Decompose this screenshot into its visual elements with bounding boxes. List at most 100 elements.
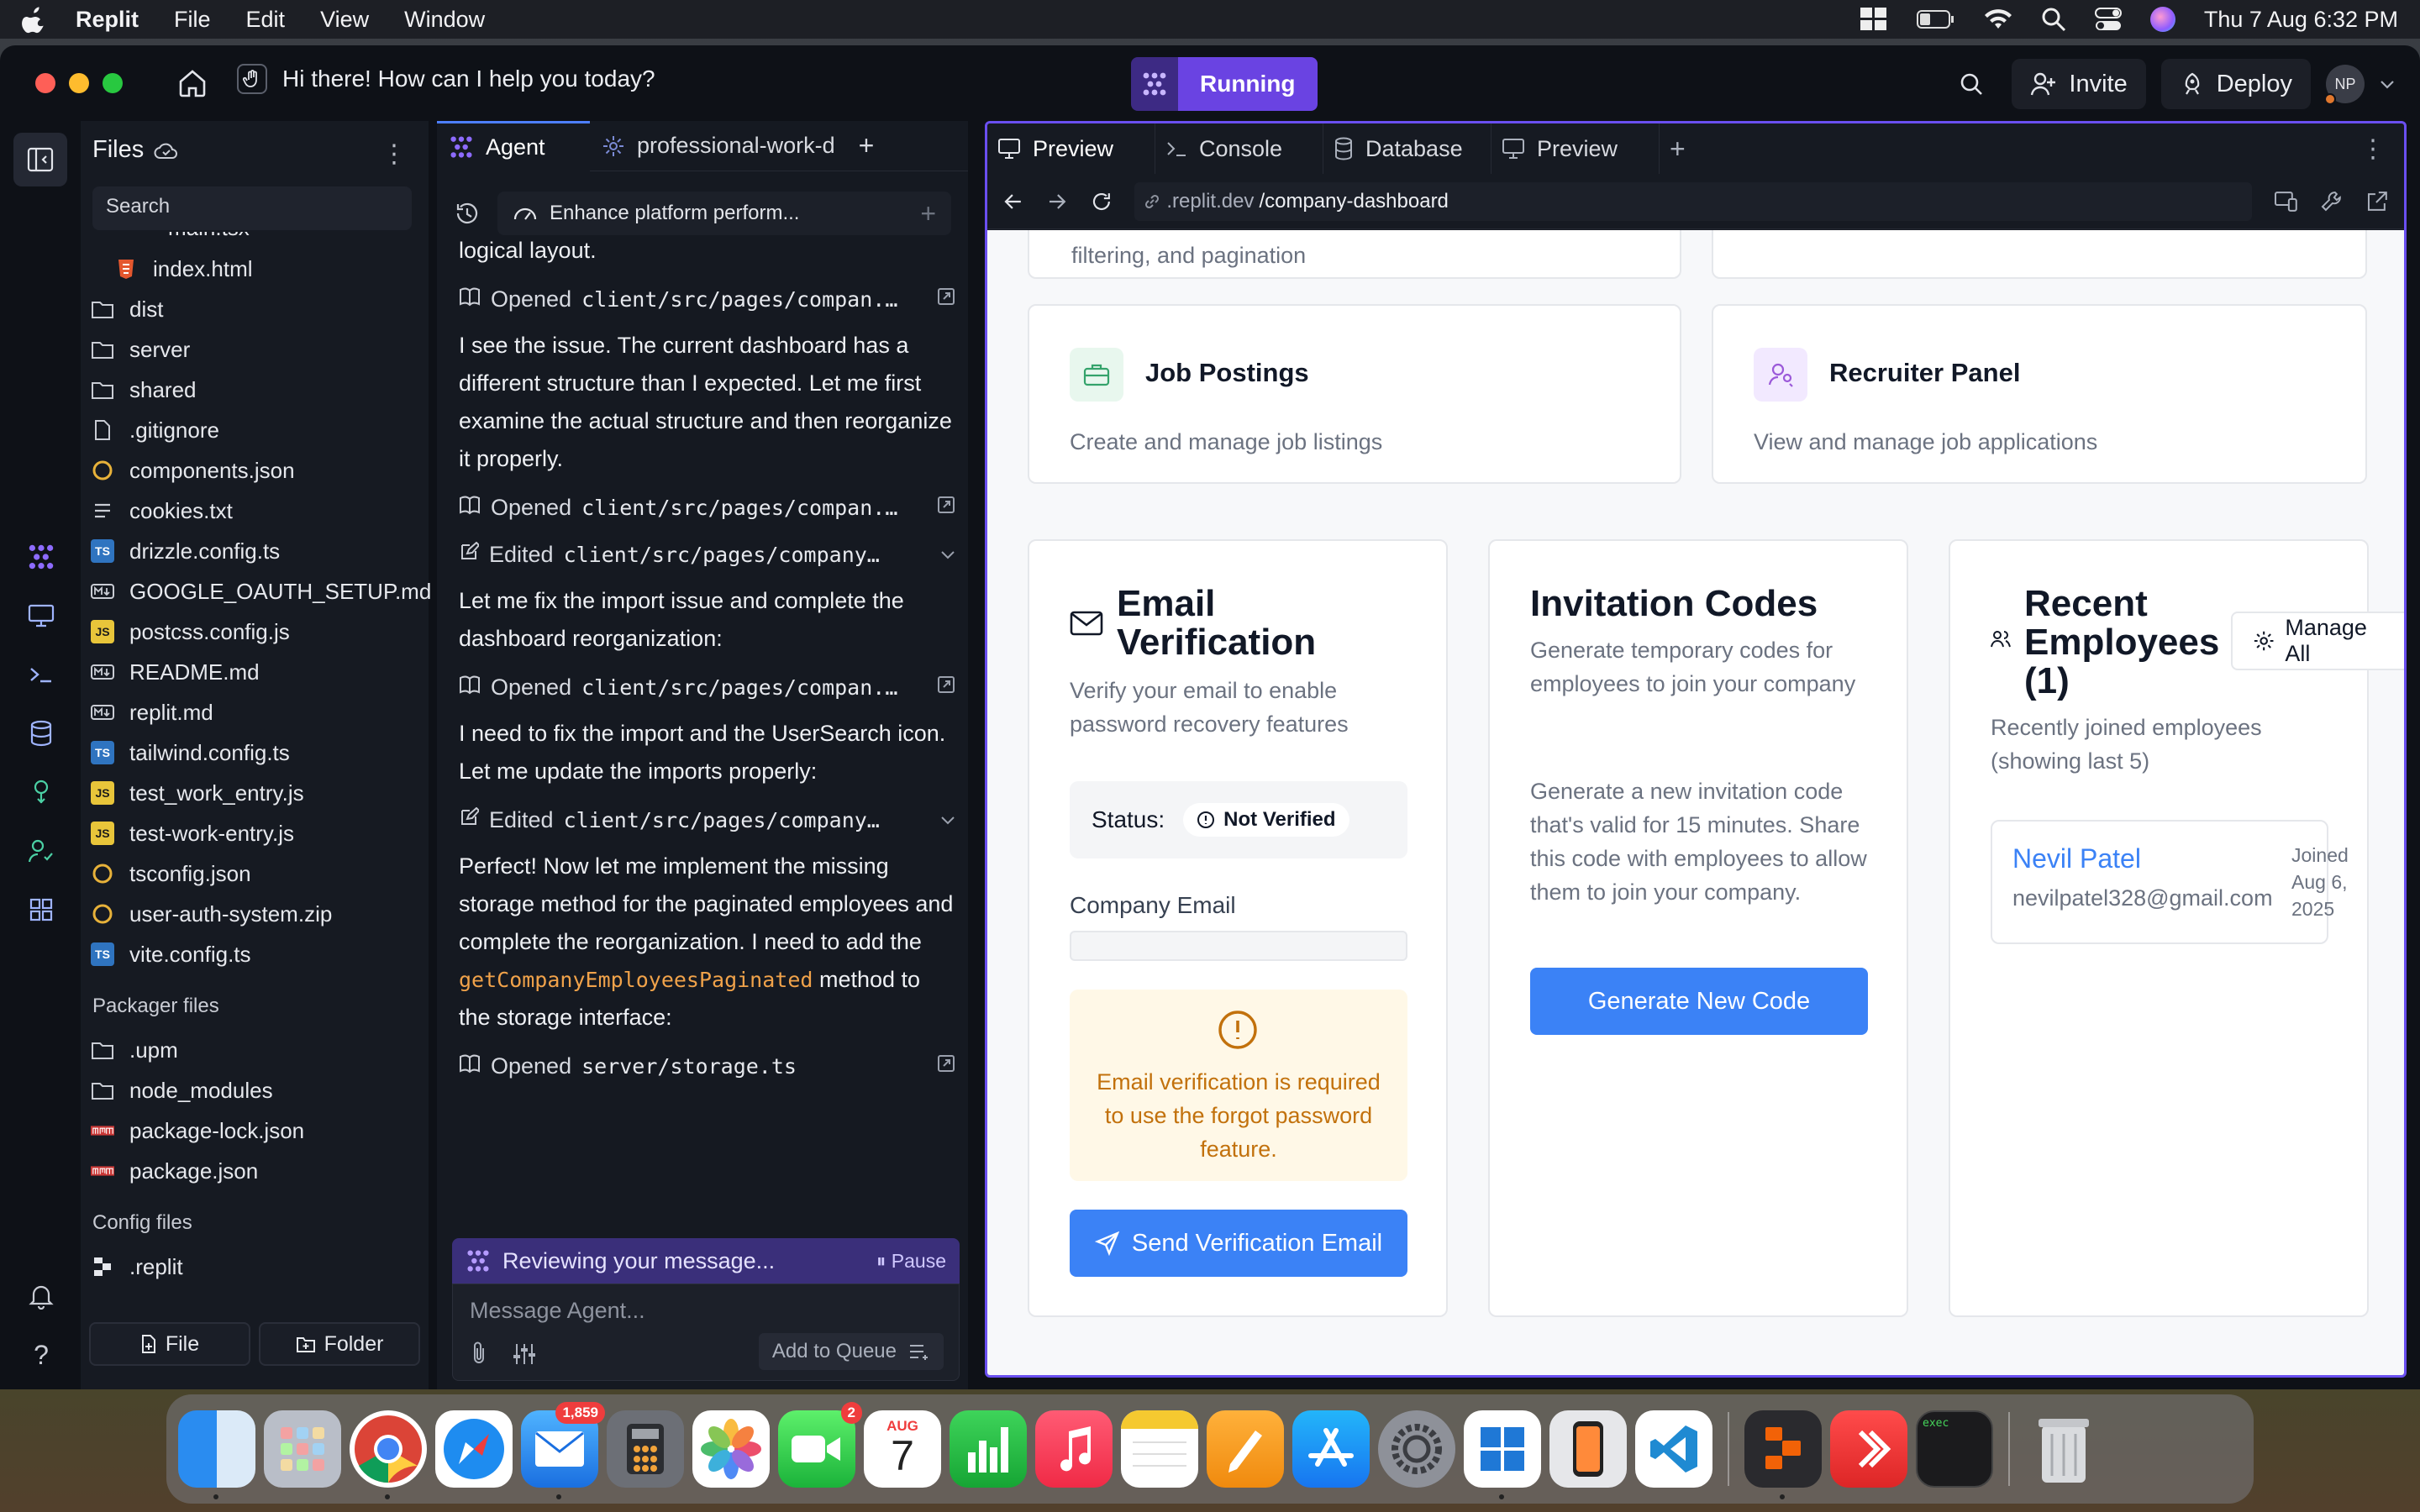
pane-menu-icon[interactable]: ⋮ xyxy=(2360,134,2386,164)
terminal-app-icon[interactable]: exec xyxy=(1916,1410,1993,1488)
chevron-down-icon[interactable] xyxy=(939,543,956,565)
siri-icon[interactable] xyxy=(2149,7,2175,32)
chevron-down-icon[interactable] xyxy=(939,809,956,831)
new-folder-button[interactable]: Folder xyxy=(259,1322,420,1366)
menu-view[interactable]: View xyxy=(320,7,369,33)
open-in-editor-icon[interactable] xyxy=(936,1053,956,1079)
open-in-editor-icon[interactable] xyxy=(936,495,956,520)
finder-icon[interactable] xyxy=(178,1410,255,1499)
reload-icon[interactable] xyxy=(1090,190,1113,213)
help-icon[interactable]: ? xyxy=(22,1336,60,1374)
calculator-icon[interactable] xyxy=(607,1410,684,1488)
employee-card[interactable]: Nevil Patel nevilpatel328@gmail.com Join… xyxy=(1991,820,2349,944)
opened-file-action[interactable]: Opened client/src/pages/compan... xyxy=(459,668,956,706)
menubar-clock[interactable]: Thu 7 Aug 6:32 PM xyxy=(2204,7,2398,33)
control-center-icon[interactable] xyxy=(2094,7,2122,32)
message-composer[interactable]: Message Agent... Add to Queue xyxy=(452,1284,960,1381)
open-in-editor-icon[interactable] xyxy=(936,286,956,312)
music-icon[interactable] xyxy=(1035,1410,1113,1488)
employee-name[interactable]: Nevil Patel xyxy=(2012,843,2141,874)
add-to-queue-button[interactable]: Add to Queue xyxy=(758,1333,944,1370)
users-rail-icon[interactable] xyxy=(22,832,60,870)
search-icon[interactable] xyxy=(1946,59,1996,109)
tab-console[interactable]: Console xyxy=(1155,123,1323,174)
file-row[interactable]: TS tailwind.config.ts xyxy=(91,732,427,773)
tab-preview[interactable]: Preview xyxy=(987,123,1155,174)
window-grid-icon[interactable] xyxy=(1860,7,1888,32)
file-row[interactable]: node_modules xyxy=(91,1070,427,1110)
file-row[interactable]: dist xyxy=(91,289,427,329)
menu-file[interactable]: File xyxy=(174,7,211,33)
wrench-icon[interactable] xyxy=(2320,190,2344,213)
app-store-icon[interactable] xyxy=(1292,1410,1370,1488)
tab-database[interactable]: Database xyxy=(1323,123,1491,174)
safari-icon[interactable] xyxy=(435,1410,513,1488)
message-input[interactable]: Message Agent... xyxy=(470,1298,645,1324)
tab-preview-2[interactable]: Preview xyxy=(1491,123,1660,174)
vscode-icon[interactable] xyxy=(1635,1410,1712,1488)
numbers-icon[interactable] xyxy=(950,1410,1027,1488)
run-control[interactable]: Running xyxy=(1131,57,1318,111)
file-row[interactable]: README.md xyxy=(91,652,427,692)
iphone-mirroring-icon[interactable] xyxy=(1549,1410,1627,1488)
avatar[interactable]: NP xyxy=(2324,65,2365,105)
file-row[interactable]: components.json xyxy=(91,450,427,491)
url-field[interactable]: .replit.dev/company-dashboard xyxy=(1134,181,2252,221)
close-window-button[interactable] xyxy=(35,73,55,93)
file-row[interactable]: .replit xyxy=(91,1247,427,1287)
current-task[interactable]: Enhance platform perform... + xyxy=(497,192,951,235)
forward-icon[interactable] xyxy=(1046,192,1068,212)
sliders-icon[interactable] xyxy=(512,1341,537,1367)
file-row[interactable]: server xyxy=(91,329,427,370)
invite-button[interactable]: Invite xyxy=(2012,59,2146,109)
home-icon[interactable] xyxy=(176,67,208,99)
calendar-icon[interactable]: AUG 7 xyxy=(864,1410,941,1488)
send-verification-button[interactable]: Send Verification Email xyxy=(1070,1210,1407,1277)
preview-rail-icon[interactable] xyxy=(22,596,60,635)
file-row[interactable]: JS test_work_entry.js xyxy=(91,773,427,813)
notes-icon[interactable] xyxy=(1121,1410,1198,1488)
recruiter-panel-card[interactable]: Recruiter Panel View and manage job appl… xyxy=(1712,304,2367,484)
photos-icon[interactable] xyxy=(692,1410,770,1488)
console-rail-icon[interactable] xyxy=(22,655,60,694)
spotlight-search-icon[interactable] xyxy=(2041,7,2066,32)
git-rail-icon[interactable] xyxy=(22,773,60,811)
files-search-input[interactable]: Search xyxy=(92,186,412,230)
zoom-window-button[interactable] xyxy=(103,73,123,93)
battery-icon[interactable] xyxy=(1916,8,1955,30)
chat-prompt[interactable]: Hi there! How can I help you today? xyxy=(237,64,655,94)
chrome-icon[interactable] xyxy=(350,1410,427,1499)
file-row[interactable]: JS postcss.config.js xyxy=(91,612,427,652)
file-row[interactable]: .gitignore xyxy=(91,410,427,450)
wifi-icon[interactable] xyxy=(1984,8,2012,30)
file-row[interactable]: shared xyxy=(91,370,427,410)
file-row[interactable]: tsconfig.json xyxy=(91,853,427,894)
replit-app-icon[interactable] xyxy=(1744,1410,1822,1499)
company-email-field[interactable] xyxy=(1070,931,1407,961)
mail-icon[interactable]: 1,859 xyxy=(521,1402,605,1499)
file-row[interactable]: user-auth-system.zip xyxy=(91,894,427,934)
open-in-editor-icon[interactable] xyxy=(936,675,956,700)
history-icon[interactable] xyxy=(454,200,481,227)
devices-icon[interactable] xyxy=(2274,190,2299,213)
system-settings-icon[interactable] xyxy=(1378,1410,1455,1488)
pages-icon[interactable] xyxy=(1207,1410,1284,1488)
new-pane-icon[interactable]: + xyxy=(1660,123,1710,174)
open-external-icon[interactable] xyxy=(2365,190,2389,213)
file-row[interactable]: replit.md xyxy=(91,692,427,732)
facetime-icon[interactable]: 2 xyxy=(778,1402,862,1488)
running-button[interactable]: Running xyxy=(1178,57,1318,111)
file-row[interactable]: JS test-work-entry.js xyxy=(91,813,427,853)
agent-rail-icon[interactable] xyxy=(22,538,60,576)
file-row[interactable]: .upm xyxy=(91,1030,427,1070)
new-task-icon[interactable]: + xyxy=(920,198,936,229)
file-row[interactable]: TS drizzle.config.ts xyxy=(91,531,427,571)
file-row[interactable]: TS vite.config.ts xyxy=(91,934,427,974)
trash-icon[interactable] xyxy=(2025,1410,2102,1488)
opened-file-action[interactable]: Opened client/src/pages/compan... xyxy=(459,280,956,318)
back-icon[interactable] xyxy=(1002,192,1024,212)
opened-file-action[interactable]: Opened client/src/pages/compan... xyxy=(459,488,956,527)
database-rail-icon[interactable] xyxy=(22,714,60,753)
apple-icon[interactable] xyxy=(22,5,47,34)
files-menu-icon[interactable]: ⋮ xyxy=(381,139,407,169)
